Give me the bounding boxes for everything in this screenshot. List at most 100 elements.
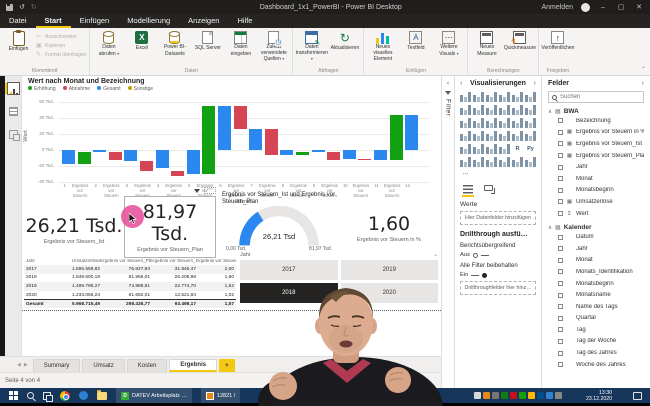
tray-icon[interactable] — [483, 392, 490, 399]
visual-type-icon[interactable] — [460, 130, 471, 141]
tab-datei[interactable]: Datei — [0, 14, 36, 28]
waterfall-bar[interactable] — [171, 171, 184, 177]
checkbox[interactable] — [558, 141, 563, 146]
tray-icon[interactable] — [501, 392, 508, 399]
keep-filters-toggle[interactable]: Ein — [460, 272, 536, 278]
prev-page-icon[interactable]: ◀ — [17, 362, 21, 368]
collapse-icon[interactable]: ∧ — [548, 225, 552, 231]
format-painter-button[interactable]: ✎Format übertragen — [36, 51, 86, 58]
save-icon[interactable] — [6, 4, 13, 11]
waterfall-chart[interactable]: Wert nach Monat und Bezeichnung Erhöhung… — [24, 78, 438, 200]
visual-type-icon[interactable] — [525, 91, 536, 102]
visual-type-icon[interactable] — [473, 91, 484, 102]
waterfall-bar[interactable] — [343, 150, 356, 159]
waterfall-bar[interactable] — [280, 150, 293, 155]
page-tab-summary[interactable]: Summary — [33, 359, 81, 372]
ribbon-button[interactable]: Quickmeasure — [504, 30, 535, 52]
chrome-icon[interactable] — [60, 391, 70, 401]
visual-type-icon[interactable]: R — [512, 143, 523, 154]
field-item[interactable]: Monatsbeginn — [548, 278, 644, 290]
visual-type-icon[interactable] — [512, 104, 523, 115]
visual-type-icon[interactable] — [499, 156, 510, 167]
app-icon[interactable] — [79, 391, 88, 400]
task-view-icon[interactable] — [43, 392, 51, 400]
waterfall-bar[interactable] — [327, 152, 340, 160]
visual-type-icon[interactable] — [486, 156, 497, 167]
waterfall-bar[interactable] — [124, 150, 137, 161]
waterfall-bar[interactable] — [296, 152, 309, 155]
field-item[interactable]: ▦ Ergebnis vor Steuern_Ist — [548, 138, 644, 150]
tab-einfuegen[interactable]: Einfügen — [71, 14, 119, 28]
visual-type-icon[interactable] — [473, 117, 484, 128]
waterfall-bar[interactable] — [140, 161, 153, 171]
visual-type-icon[interactable] — [525, 156, 536, 167]
report-view-button[interactable] — [7, 82, 20, 95]
collapse-icon[interactable]: ‹ — [460, 80, 462, 87]
waterfall-bar[interactable] — [218, 106, 231, 150]
kpi-card-ist[interactable]: 26,21 Tsd. Ergebnis vor Steuern_Ist — [24, 203, 124, 257]
field-item[interactable]: Monatsbeginn — [548, 185, 644, 197]
ribbon-button[interactable]: Weitere Visuals ▾ — [433, 30, 464, 57]
tray-icon[interactable] — [537, 392, 544, 399]
visual-type-icon[interactable] — [486, 91, 497, 102]
checkbox[interactable] — [558, 235, 563, 240]
kpi-card-percent[interactable]: 1,60 Ergebnis vor Steuern in % — [338, 200, 440, 256]
tray-icon[interactable] — [474, 392, 481, 399]
table-node-kalender[interactable]: ∧ ▦ Kalender — [548, 224, 644, 231]
tab-modellierung[interactable]: Modellierung — [118, 14, 179, 28]
filter-pane-collapsed[interactable]: ‹ Filter — [441, 76, 455, 388]
slicer-option-2017[interactable]: 2017 — [240, 260, 338, 280]
field-item[interactable]: Tag des Jahres — [548, 347, 644, 359]
checkbox[interactable] — [558, 188, 563, 193]
start-button[interactable] — [9, 391, 18, 400]
model-view-button[interactable] — [7, 128, 20, 141]
page-tab-kosten[interactable]: Kosten — [127, 359, 168, 372]
ribbon-button[interactable]: Daten abrufen ▾ — [93, 30, 124, 57]
ribbon-button[interactable]: Zuletzt verwendete Quellen ▾ — [258, 30, 289, 63]
expand-icon[interactable]: › — [642, 80, 644, 87]
waterfall-bar[interactable] — [234, 106, 247, 129]
table-node-bwa[interactable]: ∧ ▦ BWA — [548, 108, 644, 115]
field-item[interactable]: ▦ Ergebnis vor Steuern_Plan — [548, 150, 644, 162]
minimize-button[interactable]: – — [598, 4, 608, 11]
search-box[interactable] — [548, 91, 644, 103]
checkbox[interactable] — [558, 293, 563, 298]
visual-type-icon[interactable] — [525, 130, 536, 141]
add-page-button[interactable]: + — [219, 359, 235, 372]
visual-type-icon[interactable] — [460, 117, 471, 128]
visual-type-icon[interactable] — [460, 143, 471, 154]
visual-type-icon[interactable] — [499, 130, 510, 141]
ribbon-button[interactable]: Power BI-Datasets — [159, 30, 190, 57]
table-row[interactable]: Gesamt 5.968.715,49 298.435,77 93.498,17… — [24, 299, 236, 308]
waterfall-bar[interactable] — [156, 150, 169, 168]
field-item[interactable]: Σ Wert — [548, 208, 644, 220]
expand-icon[interactable]: ‹ — [447, 80, 449, 87]
visual-type-icon[interactable]: ⋯ — [460, 169, 471, 180]
checkbox[interactable] — [558, 258, 563, 263]
visual-type-icon[interactable] — [525, 117, 536, 128]
filter-funnel-icon[interactable] — [194, 189, 200, 193]
search-input[interactable] — [560, 94, 640, 100]
avatar[interactable] — [581, 3, 590, 12]
visual-type-icon[interactable] — [473, 130, 484, 141]
ribbon-button[interactable]: Daten eingeben — [225, 30, 256, 57]
visual-type-icon[interactable] — [499, 104, 510, 115]
field-item[interactable]: Name des Tags — [548, 301, 644, 313]
visual-type-icon[interactable] — [499, 91, 510, 102]
visual-type-icon[interactable] — [512, 117, 523, 128]
ribbon-button[interactable]: Daten transformieren ▾ — [296, 30, 327, 63]
visual-type-icon[interactable] — [486, 104, 497, 115]
checkbox[interactable] — [558, 165, 563, 170]
next-page-icon[interactable]: ▶ — [24, 362, 28, 368]
collapse-icon[interactable]: ∧ — [548, 109, 552, 115]
waterfall-bar[interactable] — [265, 129, 278, 155]
field-item[interactable]: ▦ Umsatzerlöse — [548, 196, 644, 208]
tray-icon[interactable] — [555, 392, 562, 399]
tray-icon[interactable] — [492, 392, 499, 399]
field-item[interactable]: ▦ Ergebnis vor Steuern in % — [548, 127, 644, 139]
table-row[interactable]: 2020 1.233.056,24 61.652,01 12.521,84 1,… — [24, 291, 236, 300]
checkbox[interactable] — [558, 199, 563, 204]
checkbox[interactable] — [558, 316, 563, 321]
tray-icon[interactable] — [528, 392, 535, 399]
checkbox[interactable] — [558, 246, 563, 251]
